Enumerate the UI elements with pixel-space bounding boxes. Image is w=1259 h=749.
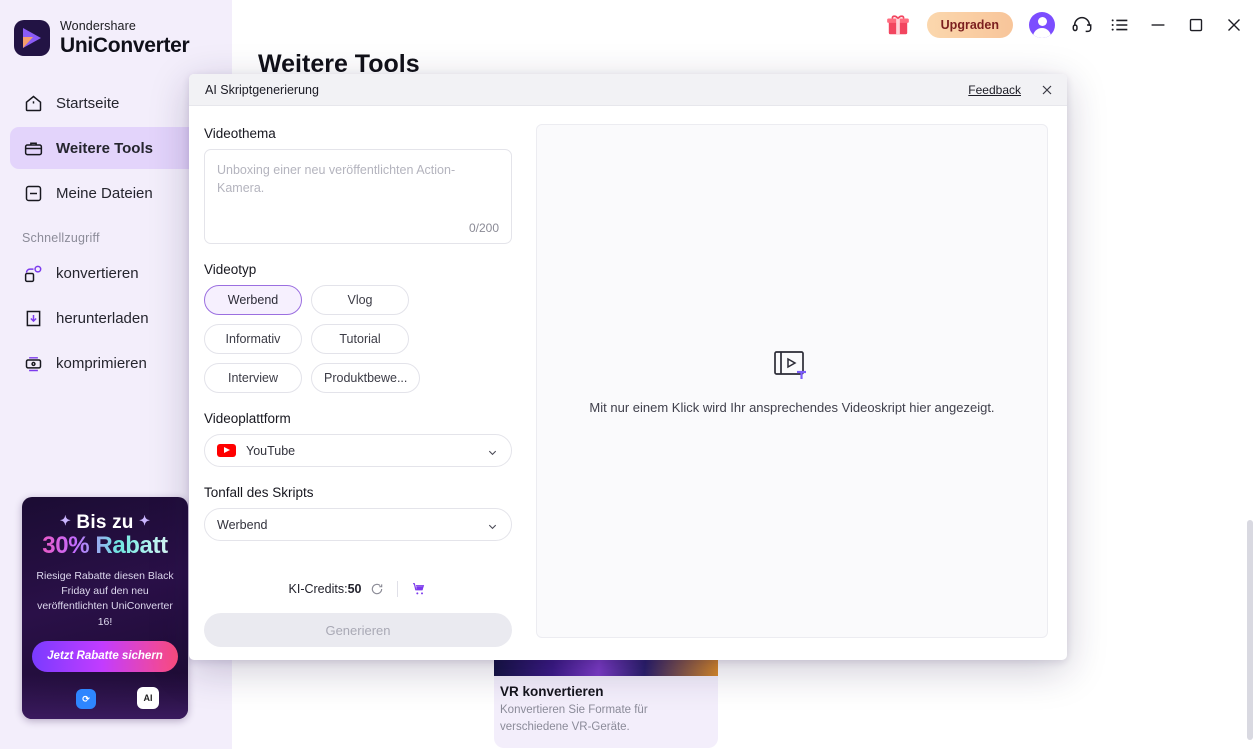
script-preview-placeholder: Mit nur einem Klick wird Ihr ansprechend… [536, 124, 1048, 638]
video-topic-group: Videothema Unboxing einer neu veröffentl… [204, 126, 512, 244]
gift-icon[interactable] [885, 12, 911, 38]
app-window: Wondershare UniConverter Startseite Weit… [0, 0, 1259, 749]
toolbox-icon [23, 138, 44, 159]
video-topic-label: Videothema [204, 126, 276, 141]
video-platform-label: Videoplattform [204, 411, 291, 426]
sparkle-icon: ✦ [139, 513, 151, 528]
sidebar-item-label: Startseite [56, 94, 120, 112]
video-type-chips: Werbend Vlog Informativ Tutorial Intervi… [204, 285, 512, 393]
video-type-chip-werbend[interactable]: Werbend [204, 285, 302, 315]
card-title: VR konvertieren [500, 684, 604, 699]
sidebar-item-label: konvertieren [56, 264, 139, 282]
video-type-chip-produktbewertung[interactable]: Produktbewe... [311, 363, 421, 393]
video-type-chip-interview[interactable]: Interview [204, 363, 302, 393]
vertical-scrollbar[interactable] [1247, 520, 1253, 740]
generate-button[interactable]: Generieren [204, 613, 512, 647]
youtube-icon [217, 444, 236, 457]
maximize-icon[interactable] [1185, 14, 1207, 36]
tone-select[interactable]: Werbend [204, 508, 512, 541]
promo-cta-button[interactable]: Jetzt Rabatte sichern [32, 640, 178, 672]
wondershare-logo-icon [14, 20, 50, 56]
feedback-link[interactable]: Feedback [968, 83, 1021, 97]
video-script-icon [772, 348, 812, 382]
dialog-title: AI Skriptgenerierung [205, 82, 319, 97]
promo-chip-convert-icon: ⟳ [76, 689, 96, 709]
character-counter: 0/200 [468, 221, 499, 235]
sidebar-item-label: Weitere Tools [56, 139, 153, 157]
credits-label: KI-Credits:50 [288, 582, 362, 596]
files-icon [23, 183, 44, 204]
sparkle-icon: ✦ [59, 513, 71, 528]
promo-line2: 30% Rabatt [22, 532, 188, 560]
card-description: Konvertieren Sie Formate für verschieden… [500, 704, 648, 733]
minimize-icon[interactable] [1147, 14, 1169, 36]
app-logo: Wondershare UniConverter [0, 0, 232, 56]
promo-chip-ai-icon: AI [137, 687, 159, 709]
promo-body: Riesige Rabatte diesen Black Friday auf … [36, 570, 174, 628]
headset-icon[interactable] [1071, 14, 1093, 36]
close-icon[interactable] [1223, 14, 1245, 36]
close-icon[interactable] [1039, 82, 1055, 98]
brand-line2: UniConverter [60, 33, 190, 57]
video-type-chip-tutorial[interactable]: Tutorial [311, 324, 409, 354]
ai-script-dialog: AI Skriptgenerierung Feedback Videothema… [189, 74, 1067, 660]
video-platform-group: Videoplattform YouTube [204, 411, 512, 467]
video-type-chip-vlog[interactable]: Vlog [311, 285, 409, 315]
video-platform-select[interactable]: YouTube [204, 434, 512, 467]
download-icon [23, 308, 44, 329]
chevron-down-icon [487, 519, 498, 530]
compress-icon [23, 353, 44, 374]
shopping-cart-icon[interactable] [411, 581, 427, 597]
sidebar-item-label: Meine Dateien [56, 184, 153, 202]
video-type-chip-informativ[interactable]: Informativ [204, 324, 302, 354]
dialog-header: AI Skriptgenerierung Feedback [189, 74, 1067, 106]
sidebar-item-label: herunterladen [56, 309, 149, 327]
promo-gift-art [22, 673, 188, 719]
window-toolbar: Upgraden [885, 0, 1259, 50]
dialog-preview-panel: Mit nur einem Klick wird Ihr ansprechend… [527, 106, 1067, 660]
sidebar-item-label: komprimieren [56, 354, 147, 372]
video-type-label: Videotyp [204, 262, 257, 277]
tone-label: Tonfall des Skripts [204, 485, 314, 500]
convert-icon [23, 263, 44, 284]
chevron-down-icon [487, 445, 498, 456]
dialog-body: Videothema Unboxing einer neu veröffentl… [189, 106, 1067, 660]
dialog-form-panel: Videothema Unboxing einer neu veröffentl… [189, 106, 527, 660]
avatar[interactable] [1029, 12, 1055, 38]
credits-row: KI-Credits:50 [204, 581, 512, 597]
brand-line1: Wondershare [60, 19, 136, 34]
promo-line1: ✦ Bis zu ✦ [59, 512, 151, 533]
tone-value: Werbend [217, 517, 268, 532]
preview-message: Mit nur einem Klick wird Ihr ansprechend… [589, 399, 995, 415]
video-type-group: Videotyp Werbend Vlog Informativ Tutoria… [204, 262, 512, 393]
tone-group: Tonfall des Skripts Werbend [204, 485, 512, 541]
video-topic-input[interactable]: Unboxing einer neu veröffentlichten Acti… [204, 149, 512, 244]
list-menu-icon[interactable] [1109, 14, 1131, 36]
home-icon [23, 93, 44, 114]
credits-value: 50 [347, 582, 362, 596]
video-topic-placeholder: Unboxing einer neu veröffentlichten Acti… [217, 163, 456, 196]
refresh-icon[interactable] [370, 582, 384, 596]
divider [397, 581, 399, 597]
upgrade-button[interactable]: Upgraden [926, 12, 1013, 38]
promo-banner[interactable]: ✦ Bis zu ✦ 30% Rabatt Riesige Rabatte di… [22, 497, 188, 719]
video-platform-value: YouTube [246, 443, 296, 458]
